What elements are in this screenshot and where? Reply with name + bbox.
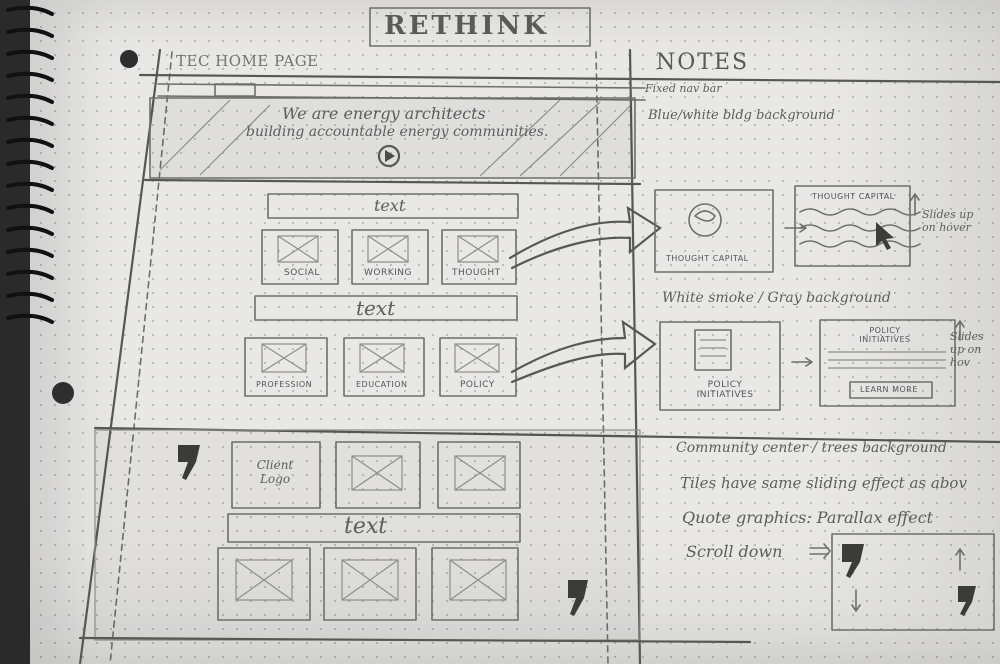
note-scroll-down: Scroll down xyxy=(686,542,783,561)
tile-label: POLICY xyxy=(460,380,495,390)
tile-label: SOCIAL xyxy=(284,268,320,278)
hero-line-1: We are energy architects xyxy=(282,104,486,123)
tile-label: PROFESSION xyxy=(256,380,313,389)
tile-label: EDUCATION xyxy=(356,380,408,389)
note-slides-up-1: Slides up on hover xyxy=(922,208,974,234)
policy-initiatives-header: POLICY INITIATIVES xyxy=(859,326,911,344)
hero-line-2: building accountable energy communities. xyxy=(246,124,549,140)
thought-capital-header: THOUGHT CAPITAL xyxy=(812,192,895,201)
policy-initiatives-label: POLICY INITIATIVES xyxy=(696,380,754,400)
note-tiles-effect: Tiles have same sliding effect as abov xyxy=(680,474,967,492)
sketch-title: RETHINK xyxy=(384,11,549,41)
client-logo-label: Client Logo xyxy=(256,458,294,486)
thought-capital-label: THOUGHT CAPITAL xyxy=(666,254,749,263)
page-label: TEC HOME PAGE xyxy=(176,52,319,70)
tile-label: THOUGHT xyxy=(452,268,501,278)
note-quote-graphics: Quote graphics: Parallax effect xyxy=(682,508,934,527)
section-text-3: text xyxy=(344,514,388,539)
note-hero-bg: Blue/white bldg background xyxy=(648,108,835,123)
note-slides-up-2: Slides up on hov xyxy=(950,330,984,369)
tile-label: WORKING xyxy=(364,268,412,278)
learn-more-button: LEARN MORE xyxy=(860,385,918,394)
section-text-2: text xyxy=(356,296,396,320)
note-white-smoke: White smoke / Gray background xyxy=(662,290,891,306)
notes-heading: NOTES xyxy=(656,50,750,75)
note-fixed-nav: Fixed nav bar xyxy=(645,82,722,95)
section-text-1: text xyxy=(374,196,406,215)
note-community: Community center / trees background xyxy=(676,440,947,456)
